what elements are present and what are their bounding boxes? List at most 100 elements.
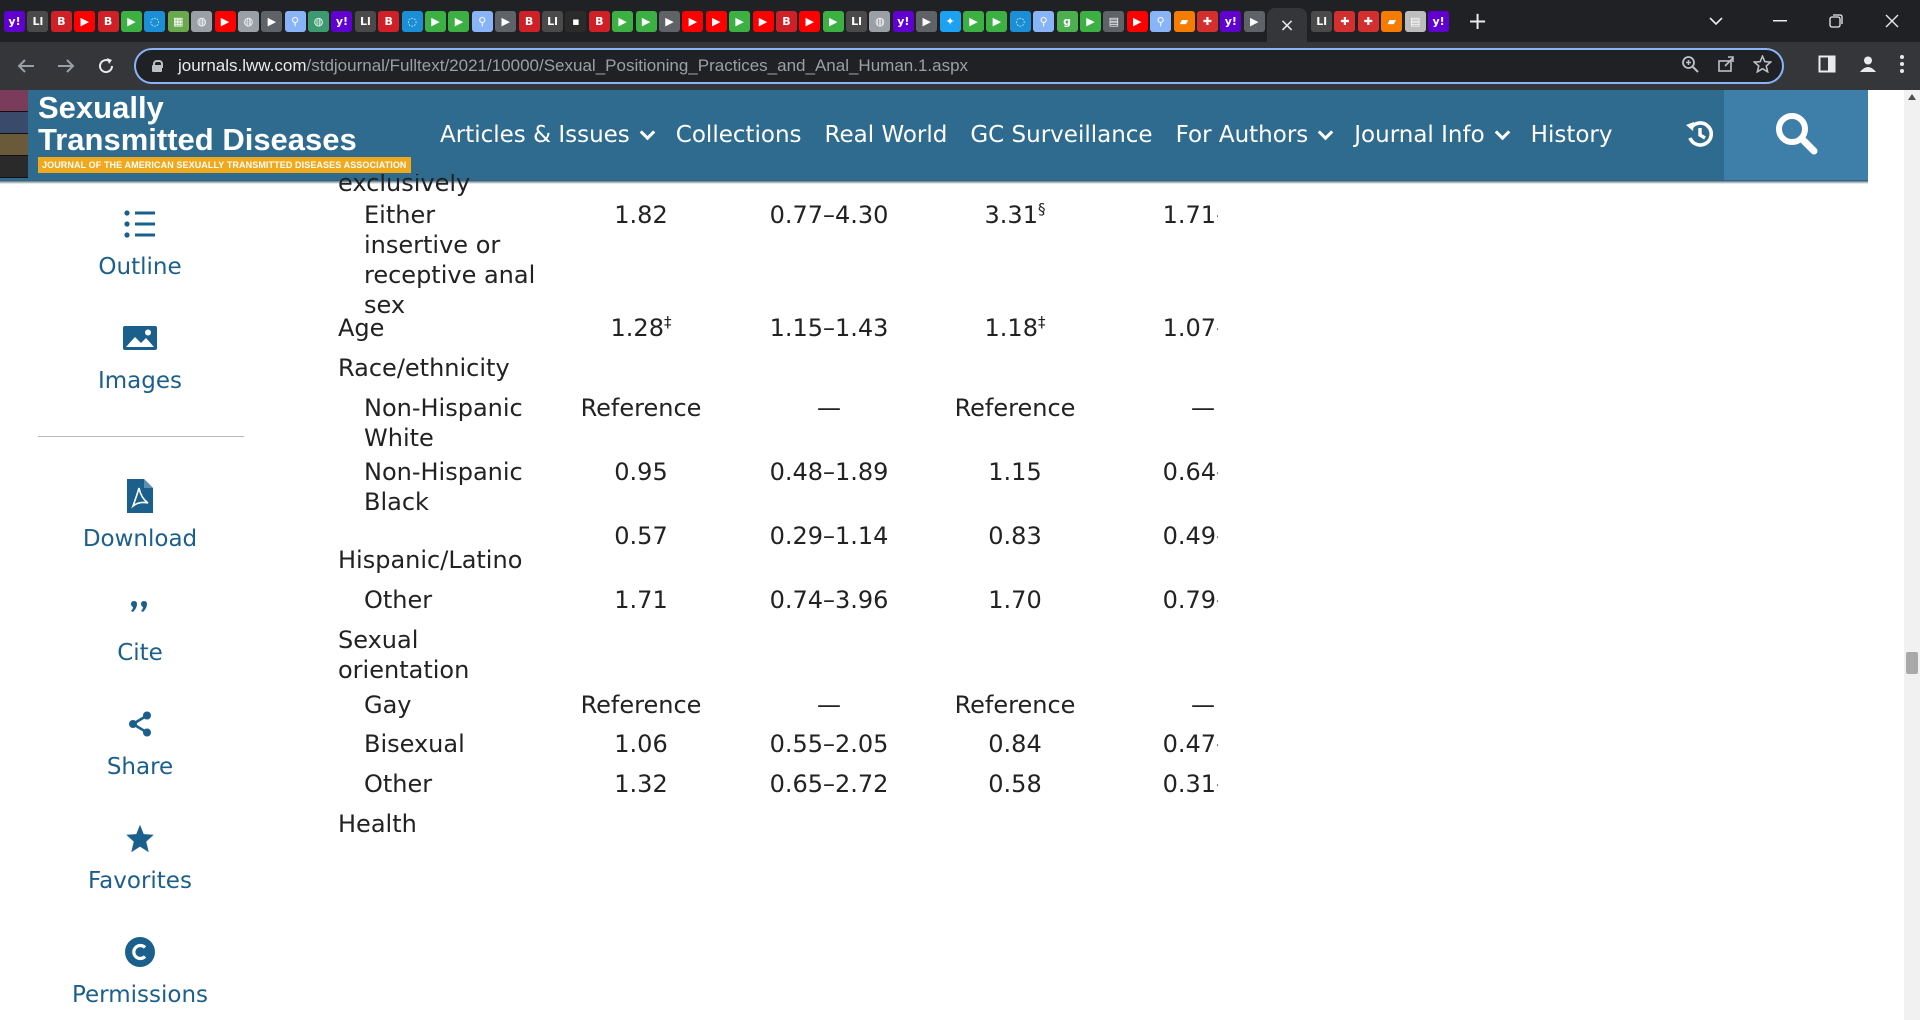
reader-icon[interactable]: Ll: [846, 10, 868, 32]
bloomberg-icon[interactable]: B: [50, 10, 72, 32]
media-icon[interactable]: ▶: [658, 10, 680, 32]
g-icon[interactable]: g: [1056, 10, 1078, 32]
nav-item-label[interactable]: Collections: [676, 122, 802, 148]
favorites-label[interactable]: Favorites: [0, 868, 280, 894]
search-icon[interactable]: ⚲: [284, 10, 306, 32]
youtube-icon[interactable]: ▶: [1126, 10, 1148, 32]
footnote-marker[interactable]: ‡: [1038, 313, 1046, 331]
youtube-icon[interactable]: ▶: [74, 10, 96, 32]
cite-button[interactable]: Cite: [0, 590, 280, 666]
active-tab[interactable]: ×: [1267, 8, 1308, 42]
youtube-icon[interactable]: ▶: [705, 10, 727, 32]
images-button[interactable]: Images: [0, 318, 280, 394]
nav-item-articles-issues[interactable]: Articles & Issues: [440, 122, 656, 148]
download-button[interactable]: Download: [0, 476, 280, 552]
play-icon[interactable]: ▶: [963, 10, 985, 32]
site-search-button[interactable]: [1724, 90, 1868, 180]
chevron-down-icon[interactable]: [1494, 124, 1510, 140]
reader-icon[interactable]: Ll: [541, 10, 563, 32]
restore-window-icon[interactable]: [1808, 0, 1864, 42]
acrobat-icon[interactable]: ✚: [1357, 10, 1379, 32]
youtube-icon[interactable]: ▶: [682, 10, 704, 32]
scrollbar-thumb[interactable]: [1906, 652, 1918, 674]
shield-icon[interactable]: ◌: [1009, 10, 1031, 32]
lock-icon[interactable]: [152, 60, 163, 72]
youtube-icon[interactable]: ▶: [799, 10, 821, 32]
play-icon[interactable]: ▶: [635, 10, 657, 32]
play-icon[interactable]: ▶: [729, 10, 751, 32]
media-icon[interactable]: ▶: [1243, 10, 1265, 32]
close-window-icon[interactable]: [1864, 0, 1920, 42]
forward-arrow-icon[interactable]: [48, 48, 84, 84]
search-icon[interactable]: [1773, 110, 1819, 160]
globe-icon[interactable]: ◍: [191, 10, 213, 32]
cite-label[interactable]: Cite: [0, 640, 280, 666]
nav-item-history[interactable]: History: [1531, 122, 1613, 148]
page-scrollbar[interactable]: [1904, 90, 1920, 1020]
youtube-icon[interactable]: ▶: [752, 10, 774, 32]
yahoo-icon[interactable]: y!: [892, 10, 914, 32]
twitter-icon[interactable]: ✦: [939, 10, 961, 32]
nav-item-real-world[interactable]: Real World: [825, 122, 948, 148]
bloomberg-icon[interactable]: B: [518, 10, 540, 32]
journal-logo[interactable]: Sexually Transmitted Diseases JOURNAL OF…: [38, 90, 411, 173]
globe-icon[interactable]: ◍: [869, 10, 891, 32]
new-tab-button[interactable]: +: [1467, 7, 1487, 35]
shield-icon[interactable]: ◌: [144, 10, 166, 32]
favorites-button[interactable]: Favorites: [0, 818, 280, 894]
news-icon[interactable]: ▤: [1103, 10, 1125, 32]
nav-item-label[interactable]: GC Surveillance: [970, 122, 1152, 148]
search-icon[interactable]: ⚲: [471, 10, 493, 32]
acrobat-icon[interactable]: ✚: [1334, 10, 1356, 32]
history-clock-icon[interactable]: [1678, 112, 1722, 156]
play-icon[interactable]: ▶: [612, 10, 634, 32]
reader-icon[interactable]: Ll: [354, 10, 376, 32]
nav-item-collections[interactable]: Collections: [676, 122, 802, 148]
minimize-window-icon[interactable]: [1752, 0, 1808, 42]
zoom-icon[interactable]: [1681, 55, 1699, 78]
globe-icon[interactable]: ◍: [237, 10, 259, 32]
permissions-label[interactable]: Permissions: [0, 982, 280, 1008]
permissions-button[interactable]: Permissions: [0, 932, 280, 1008]
nav-item-label[interactable]: Articles & Issues: [440, 122, 630, 148]
back-arrow-icon[interactable]: [8, 48, 44, 84]
reader-icon[interactable]: Ll: [1311, 10, 1333, 32]
journal-cover-thumbnail[interactable]: [0, 90, 28, 178]
youtube-icon[interactable]: ▶: [214, 10, 236, 32]
scroll-up-arrow-icon[interactable]: [1908, 94, 1916, 100]
nav-item-for-authors[interactable]: For Authors: [1176, 122, 1334, 148]
bloomberg-icon[interactable]: B: [588, 10, 610, 32]
bookmark-icon[interactable]: ▰: [1381, 10, 1403, 32]
search-icon[interactable]: ⚲: [1033, 10, 1055, 32]
nav-item-gc-surveillance[interactable]: GC Surveillance: [970, 122, 1152, 148]
nav-item-label[interactable]: Journal Info: [1354, 122, 1484, 148]
media-icon[interactable]: ▶: [916, 10, 938, 32]
yahoo-icon[interactable]: y!: [331, 10, 353, 32]
close-tab-icon[interactable]: ×: [1280, 15, 1295, 36]
media-icon[interactable]: ▶: [261, 10, 283, 32]
chevron-down-icon[interactable]: [1317, 124, 1334, 140]
profile-icon[interactable]: [1858, 54, 1878, 79]
download-label[interactable]: Download: [0, 526, 280, 552]
search-icon[interactable]: ⚲: [1150, 10, 1172, 32]
reader-icon[interactable]: Ll: [27, 10, 49, 32]
nav-item-label[interactable]: Real World: [825, 122, 948, 148]
side-panel-icon[interactable]: [1818, 55, 1836, 78]
play-icon[interactable]: ▶: [120, 10, 142, 32]
play-icon[interactable]: ▶: [448, 10, 470, 32]
play-icon[interactable]: ▶: [425, 10, 447, 32]
shield-icon[interactable]: ◌: [401, 10, 423, 32]
share-button[interactable]: Share: [0, 704, 280, 780]
footnote-marker[interactable]: §: [1038, 200, 1046, 218]
nav-item-label[interactable]: For Authors: [1176, 122, 1309, 148]
media-icon[interactable]: ▶: [495, 10, 517, 32]
bookmark-star-icon[interactable]: [1752, 53, 1773, 78]
document-icon[interactable]: ▪: [565, 10, 587, 32]
reload-icon[interactable]: [88, 48, 124, 84]
footnote-marker[interactable]: ‡: [664, 313, 672, 331]
menu-kebab-icon[interactable]: [1900, 54, 1904, 78]
tab-search-chevron-icon[interactable]: [1688, 0, 1744, 42]
play-icon[interactable]: ▶: [986, 10, 1008, 32]
yahoo-icon[interactable]: y!: [1220, 10, 1242, 32]
bookmark-icon[interactable]: ▰: [1173, 10, 1195, 32]
